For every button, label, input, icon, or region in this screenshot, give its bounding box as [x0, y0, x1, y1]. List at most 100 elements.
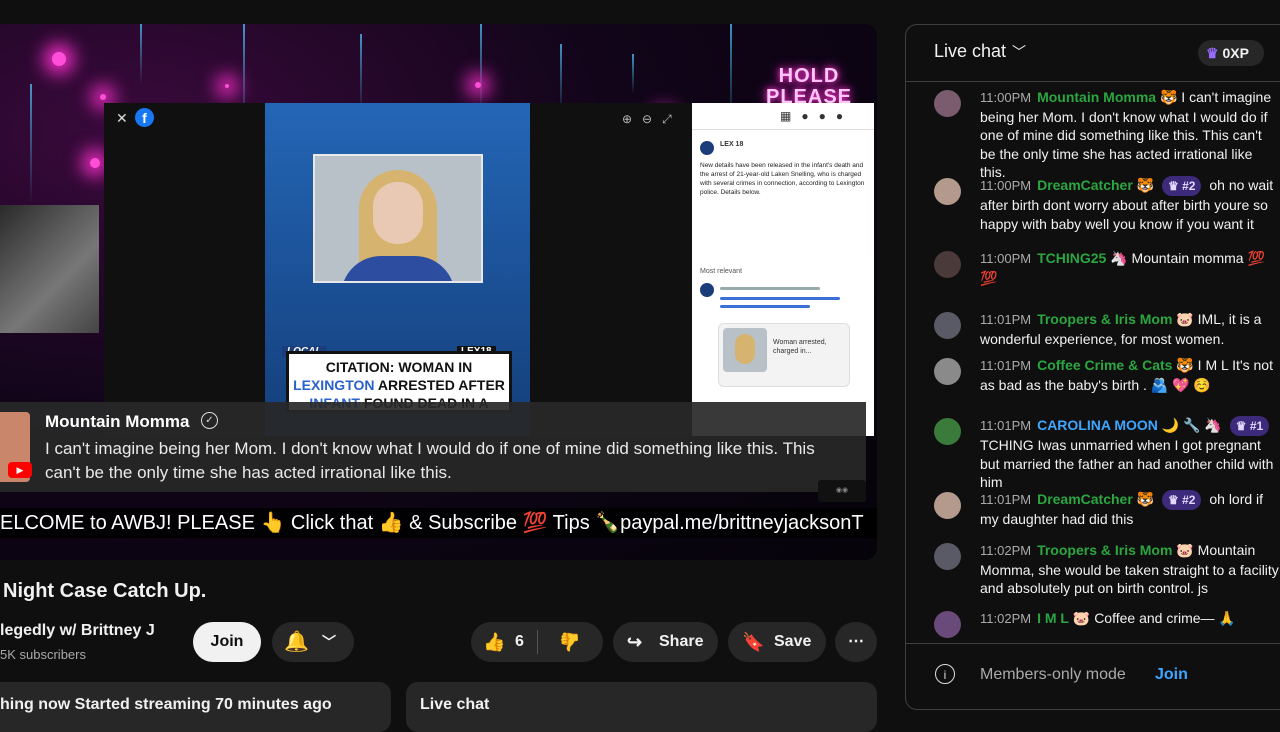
facebook-icon: f	[135, 108, 154, 127]
headline-fragment: ARRESTED AFTER	[374, 377, 505, 393]
chat-header-title[interactable]: Live chat	[934, 41, 1006, 62]
channel-name[interactable]: legedly w/ Brittney J	[0, 622, 155, 640]
chat-timestamp: 11:01PM	[980, 358, 1032, 373]
fb-link-card: Woman arrested, charged in...	[718, 323, 850, 387]
verified-icon: ✓	[201, 412, 218, 429]
avatar[interactable]	[934, 90, 961, 117]
mugshot-image	[313, 154, 483, 283]
author-badge-emoji: 🐷	[1172, 542, 1198, 558]
chat-message[interactable]: 11:01PM Coffee Crime & Cats 🐯 I M L It's …	[934, 356, 1280, 394]
glow-dot	[100, 94, 106, 100]
fb-nav-icons: ▦●●●	[780, 109, 854, 123]
share-label: Share	[659, 633, 704, 650]
author-badge-emoji: 🐯	[1132, 491, 1159, 507]
chat-author-name[interactable]: TCHING25	[1037, 250, 1106, 266]
scrolling-ticker: ELCOME to AWBJ! PLEASE 👆 Click that 👍 & …	[0, 508, 877, 538]
save-button[interactable]: 🔖 Save	[728, 622, 826, 662]
youtube-icon: ▶	[8, 462, 32, 478]
hold-please-banner: HOLD PLEASE	[766, 66, 852, 108]
subscriber-count: 5K subscribers	[0, 647, 86, 662]
chat-message[interactable]: 11:00PM TCHING25 🦄 Mountain momma 💯 💯	[934, 249, 1280, 287]
chat-author-name[interactable]: Troopers & Iris Mom	[1037, 542, 1172, 558]
avatar[interactable]	[934, 543, 961, 570]
fb-most-relevant: Most relevant	[700, 268, 743, 275]
webcam-feed	[0, 205, 99, 333]
tab-live-chat-label: Live chat	[420, 696, 490, 713]
thumbs-up-icon[interactable]: 👍	[483, 622, 505, 662]
chat-message[interactable]: 11:02PM I M L 🐷 Coffee and crime— 🙏	[934, 609, 1280, 638]
avatar[interactable]	[934, 312, 961, 339]
chat-message[interactable]: 11:00PM Mountain Momma 🐯 I can't imagine …	[934, 88, 1280, 182]
share-icon: ↪	[627, 632, 643, 652]
avatar[interactable]	[934, 251, 961, 278]
more-actions-button[interactable]: ⋯	[835, 622, 877, 662]
light-streak	[30, 84, 32, 204]
overlay-author-name: Mountain Momma	[45, 412, 190, 431]
bell-icon: 🔔	[284, 631, 309, 653]
notifications-button[interactable]: 🔔 ﹀	[272, 622, 354, 662]
member-rank-badge: ♛ #2	[1162, 490, 1202, 510]
join-button[interactable]: Join	[193, 622, 261, 662]
chevron-down-icon: ﹀	[322, 634, 336, 650]
avatar[interactable]	[934, 358, 961, 385]
chat-author-name[interactable]: DreamCatcher	[1037, 491, 1133, 507]
chat-author-name[interactable]: Coffee Crime & Cats	[1037, 357, 1172, 373]
headline-fragment: CITATION: WOMAN IN	[325, 359, 473, 375]
members-only-mode-text: Members-only mode	[980, 666, 1126, 683]
info-icon[interactable]: i	[935, 664, 955, 684]
chat-message[interactable]: 11:00PM DreamCatcher 🐯 ♛ #2 oh no wait af…	[934, 176, 1280, 233]
fb-post-text: New details have been released in the in…	[700, 162, 865, 196]
chevron-down-icon[interactable]: ﹀	[1012, 42, 1026, 62]
avatar[interactable]	[934, 492, 961, 519]
chat-author-name[interactable]: Troopers & Iris Mom	[1037, 311, 1172, 327]
glow-dot	[225, 84, 229, 88]
comment-link-line	[720, 305, 810, 308]
members-join-link[interactable]: Join	[1155, 666, 1188, 684]
glow-dot	[475, 82, 481, 88]
chat-message[interactable]: 11:01PM Troopers & Iris Mom 🐷 IML, it is …	[934, 310, 1280, 348]
fb-post-author: LEX 18	[720, 141, 744, 148]
share-button[interactable]: ↪ Share	[613, 622, 718, 662]
light-streak	[480, 24, 482, 114]
bookmark-icon: 🔖	[742, 632, 765, 652]
avatar[interactable]	[934, 611, 961, 638]
close-icon[interactable]: ✕	[116, 110, 128, 127]
chat-timestamp: 11:01PM	[980, 418, 1032, 433]
chat-timestamp: 11:02PM	[980, 543, 1032, 558]
glow-dot	[90, 158, 100, 168]
light-streak	[140, 24, 142, 84]
xp-pill[interactable]: ♛ 0XP	[1198, 40, 1264, 66]
thumbs-down-icon[interactable]: 👍	[559, 622, 581, 662]
chat-timestamp: 11:02PM	[980, 611, 1032, 626]
chat-timestamp: 11:00PM	[980, 90, 1032, 105]
chat-author-name[interactable]: I M L	[1037, 610, 1069, 626]
avatar[interactable]	[934, 178, 961, 205]
chat-author-name[interactable]: DreamCatcher	[1037, 177, 1133, 193]
video-title: Night Case Catch Up.	[3, 580, 207, 602]
author-badge-emoji: 🐯	[1156, 89, 1182, 105]
card-thumbnail	[723, 328, 767, 372]
member-rank-badge: ♛ #2	[1162, 176, 1202, 196]
chat-timestamp: 11:01PM	[980, 312, 1032, 327]
chat-divider	[906, 643, 1280, 644]
headline-fragment: LEXINGTON	[293, 377, 375, 393]
chat-message[interactable]: 11:02PM Troopers & Iris Mom 🐷 Mountain Mo…	[934, 541, 1280, 598]
chat-author-name[interactable]: CAROLINA MOON	[1037, 417, 1158, 433]
chat-message-text: TCHING Iwas unmarried when I got pregnan…	[980, 437, 1274, 490]
channel-watermark-logo: ◉◉	[818, 480, 866, 502]
like-count: 6	[515, 633, 524, 650]
hold-text: HOLD	[778, 65, 840, 87]
comment-link-line	[720, 297, 840, 300]
zoom-icons[interactable]: ⊕⊖⤢	[622, 112, 682, 127]
save-label: Save	[774, 633, 812, 650]
chat-message[interactable]: 11:01PM DreamCatcher 🐯 ♛ #2 oh lord if my…	[934, 490, 1280, 529]
author-badge-emoji: 🐷	[1068, 610, 1095, 626]
chat-author-name[interactable]: Mountain Momma	[1037, 89, 1156, 105]
chat-message[interactable]: 11:01PM CAROLINA MOON 🌙 🔧 🦄 ♛ #1 TCHING I…	[934, 416, 1280, 492]
member-rank-badge: ♛ #1	[1229, 416, 1270, 436]
chat-message-text: Coffee and crime— 🙏	[1094, 610, 1236, 626]
facebook-post-panel: ▦●●● LEX 18 New details have been releas…	[692, 103, 874, 436]
author-badge-emoji: 🐷	[1172, 311, 1198, 327]
crown-icon: ♛	[1206, 45, 1219, 61]
avatar[interactable]	[934, 418, 961, 445]
